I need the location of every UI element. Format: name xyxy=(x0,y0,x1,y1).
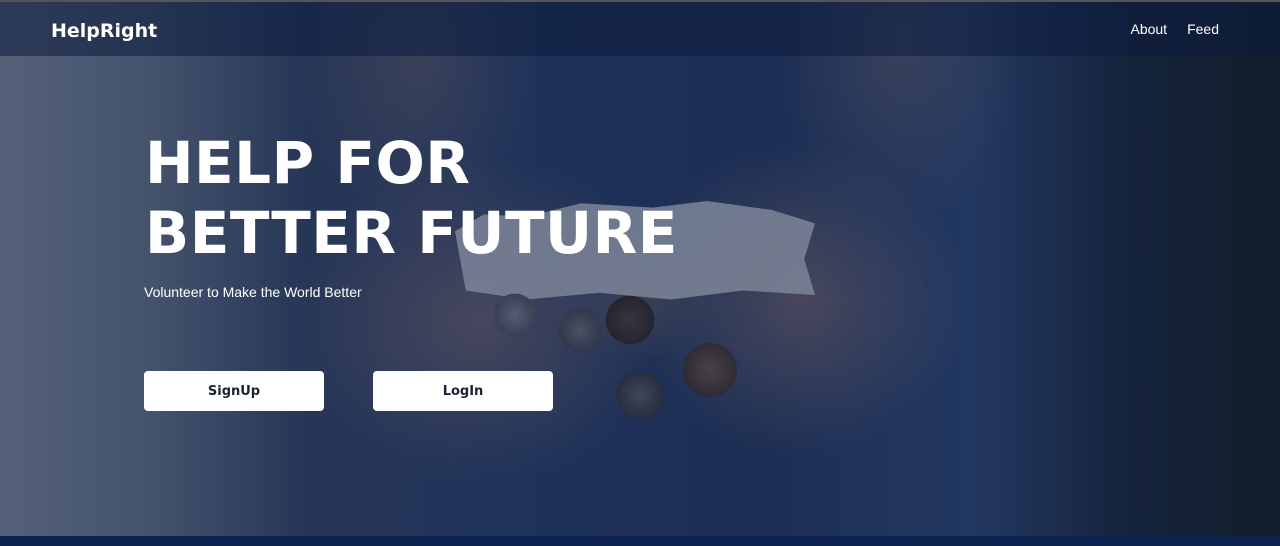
hero-headline-line2: BETTER FUTURE xyxy=(145,199,678,267)
nav-link-feed[interactable]: Feed xyxy=(1187,21,1219,37)
nav-link-about[interactable]: About xyxy=(1130,21,1167,37)
login-button[interactable]: LogIn xyxy=(373,371,553,411)
navbar: HelpRight About Feed xyxy=(0,2,1280,56)
signup-button[interactable]: SignUp xyxy=(144,371,324,411)
hero-headline-line1: HELP FOR xyxy=(145,129,471,197)
brand-logo-link[interactable]: HelpRight xyxy=(51,20,157,42)
bottom-section-edge xyxy=(0,536,1280,546)
nav-links: About Feed xyxy=(1130,21,1219,37)
hero-overlay xyxy=(0,0,1280,536)
hero-headline: HELP FOR BETTER FUTURE xyxy=(145,128,678,268)
hero-subtitle: Volunteer to Make the World Better xyxy=(144,284,362,300)
hero-background-image xyxy=(0,0,1280,536)
